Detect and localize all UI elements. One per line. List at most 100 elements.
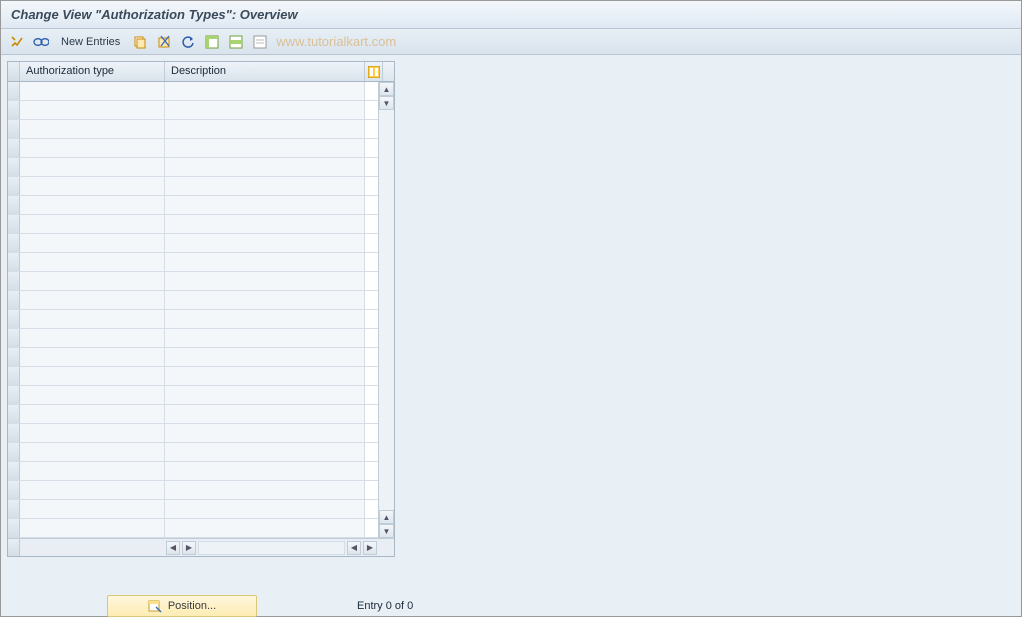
row-selector[interactable] <box>8 481 20 499</box>
row-selector[interactable] <box>8 500 20 518</box>
vertical-scrollbar[interactable]: ▲ ▼ ▲ ▼ <box>378 82 394 538</box>
cell-authorization-type[interactable] <box>20 139 165 157</box>
column-header-description[interactable]: Description <box>165 62 365 81</box>
hscroll-track[interactable] <box>198 541 345 555</box>
cell-authorization-type[interactable] <box>20 462 165 480</box>
table-row[interactable] <box>8 386 378 405</box>
table-row[interactable] <box>8 177 378 196</box>
row-selector[interactable] <box>8 310 20 328</box>
table-row[interactable] <box>8 272 378 291</box>
row-selector[interactable] <box>8 82 20 100</box>
cell-description[interactable] <box>165 443 365 461</box>
cell-description[interactable] <box>165 215 365 233</box>
cell-authorization-type[interactable] <box>20 310 165 328</box>
cell-description[interactable] <box>165 367 365 385</box>
row-selector[interactable] <box>8 196 20 214</box>
table-row[interactable] <box>8 443 378 462</box>
table-row[interactable] <box>8 234 378 253</box>
copy-icon[interactable] <box>130 32 150 52</box>
cell-authorization-type[interactable] <box>20 367 165 385</box>
table-row[interactable] <box>8 462 378 481</box>
row-selector[interactable] <box>8 405 20 423</box>
row-selector[interactable] <box>8 386 20 404</box>
cell-authorization-type[interactable] <box>20 272 165 290</box>
column-header-authorization-type[interactable]: Authorization type <box>20 62 165 81</box>
table-row[interactable] <box>8 158 378 177</box>
cell-authorization-type[interactable] <box>20 215 165 233</box>
table-row[interactable] <box>8 196 378 215</box>
row-selector[interactable] <box>8 329 20 347</box>
cell-description[interactable] <box>165 253 365 271</box>
table-row[interactable] <box>8 82 378 101</box>
new-entries-button[interactable]: New Entries <box>55 34 126 50</box>
table-row[interactable] <box>8 367 378 386</box>
undo-icon[interactable] <box>178 32 198 52</box>
cell-authorization-type[interactable] <box>20 120 165 138</box>
row-selector-header[interactable] <box>8 62 20 81</box>
table-row[interactable] <box>8 101 378 120</box>
scroll-right-icon[interactable]: ◀ <box>347 541 361 555</box>
cell-authorization-type[interactable] <box>20 177 165 195</box>
cell-description[interactable] <box>165 101 365 119</box>
row-selector[interactable] <box>8 291 20 309</box>
cell-description[interactable] <box>165 424 365 442</box>
cell-description[interactable] <box>165 272 365 290</box>
scroll-left-icon[interactable]: ▶ <box>182 541 196 555</box>
cell-authorization-type[interactable] <box>20 348 165 366</box>
table-row[interactable] <box>8 500 378 519</box>
cell-authorization-type[interactable] <box>20 386 165 404</box>
table-row[interactable] <box>8 348 378 367</box>
cell-authorization-type[interactable] <box>20 481 165 499</box>
scroll-left-first-icon[interactable]: ◀ <box>166 541 180 555</box>
table-row[interactable] <box>8 253 378 272</box>
details-icon[interactable] <box>31 32 51 52</box>
row-selector[interactable] <box>8 139 20 157</box>
deselect-all-icon[interactable] <box>250 32 270 52</box>
row-selector[interactable] <box>8 215 20 233</box>
cell-authorization-type[interactable] <box>20 253 165 271</box>
cell-authorization-type[interactable] <box>20 101 165 119</box>
cell-authorization-type[interactable] <box>20 443 165 461</box>
table-row[interactable] <box>8 405 378 424</box>
cell-authorization-type[interactable] <box>20 234 165 252</box>
row-selector[interactable] <box>8 519 20 537</box>
table-settings-icon[interactable] <box>365 62 383 81</box>
scroll-up-step-icon[interactable]: ▼ <box>379 96 394 110</box>
toggle-display-change-icon[interactable] <box>7 32 27 52</box>
cell-authorization-type[interactable] <box>20 500 165 518</box>
scroll-track[interactable] <box>379 110 394 510</box>
row-selector[interactable] <box>8 424 20 442</box>
cell-description[interactable] <box>165 310 365 328</box>
row-selector[interactable] <box>8 272 20 290</box>
row-selector[interactable] <box>8 120 20 138</box>
row-selector[interactable] <box>8 101 20 119</box>
cell-description[interactable] <box>165 234 365 252</box>
cell-authorization-type[interactable] <box>20 291 165 309</box>
table-row[interactable] <box>8 215 378 234</box>
cell-authorization-type[interactable] <box>20 82 165 100</box>
cell-description[interactable] <box>165 500 365 518</box>
row-selector[interactable] <box>8 348 20 366</box>
select-block-icon[interactable] <box>226 32 246 52</box>
cell-description[interactable] <box>165 196 365 214</box>
cell-authorization-type[interactable] <box>20 405 165 423</box>
row-selector[interactable] <box>8 462 20 480</box>
table-row[interactable] <box>8 519 378 538</box>
cell-description[interactable] <box>165 82 365 100</box>
row-selector[interactable] <box>8 177 20 195</box>
scroll-right-last-icon[interactable]: ▶ <box>363 541 377 555</box>
cell-description[interactable] <box>165 405 365 423</box>
cell-authorization-type[interactable] <box>20 519 165 537</box>
cell-description[interactable] <box>165 519 365 537</box>
row-selector[interactable] <box>8 443 20 461</box>
select-all-icon[interactable] <box>202 32 222 52</box>
cell-description[interactable] <box>165 139 365 157</box>
position-button[interactable]: Position... <box>107 595 257 617</box>
cell-description[interactable] <box>165 120 365 138</box>
horizontal-scrollbar[interactable]: ◀ ▶ ◀ ▶ <box>165 539 378 556</box>
row-selector[interactable] <box>8 253 20 271</box>
table-row[interactable] <box>8 481 378 500</box>
table-row[interactable] <box>8 139 378 158</box>
scroll-up-icon[interactable]: ▲ <box>379 82 394 96</box>
table-row[interactable] <box>8 291 378 310</box>
